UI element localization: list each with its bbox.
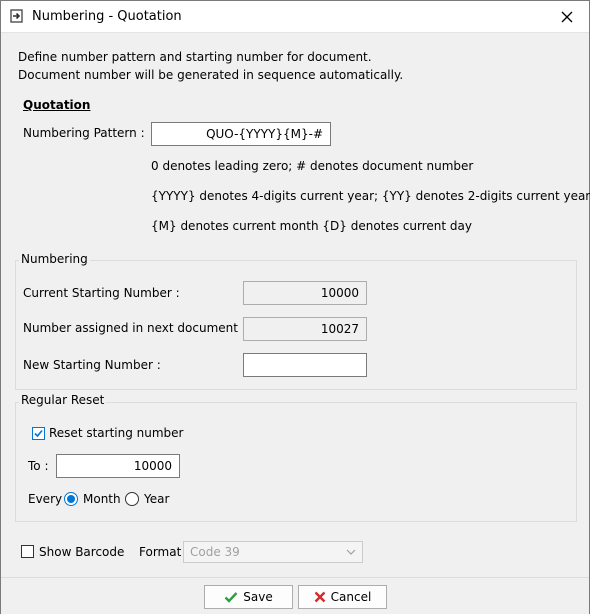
barcode-format-value: Code 39	[190, 545, 240, 559]
numbering-legend: Numbering	[19, 252, 90, 266]
month-radio[interactable]	[64, 492, 78, 506]
dialog-footer: Save Cancel	[1, 577, 589, 614]
hint-year: {YYYY} denotes 4-digits current year; {Y…	[151, 189, 590, 203]
numbering-pattern-input[interactable]: QUO-{YYYY}{M}-#	[151, 122, 331, 146]
hint-leading-zero: 0 denotes leading zero; # denotes docume…	[151, 159, 474, 173]
cancel-x-icon	[314, 591, 326, 603]
quotation-heading: Quotation	[23, 98, 91, 112]
regular-reset-legend: Regular Reset	[19, 393, 107, 407]
current-starting-number-label: Current Starting Number :	[23, 286, 180, 300]
new-starting-number-input[interactable]	[243, 353, 367, 377]
checkmark-icon	[224, 592, 238, 603]
save-label: Save	[243, 590, 273, 604]
numbering-dialog: Numbering - Quotation Define number patt…	[0, 0, 590, 614]
every-label: Every	[28, 492, 63, 506]
save-button[interactable]: Save	[204, 585, 293, 609]
next-number-label: Number assigned in next document :	[23, 321, 246, 335]
reset-starting-number-label: Reset starting number	[49, 426, 184, 440]
intro-line-2: Document number will be generated in seq…	[18, 68, 404, 82]
cancel-label: Cancel	[330, 590, 372, 604]
barcode-format-select[interactable]: Code 39	[183, 541, 363, 563]
title-bar[interactable]: Numbering - Quotation	[1, 1, 589, 33]
intro-line-1: Define number pattern and starting numbe…	[18, 50, 372, 64]
hint-month-day: {M} denotes current month {D} denotes cu…	[151, 219, 473, 233]
current-starting-number-field: 10000	[243, 281, 367, 305]
new-starting-number-label: New Starting Number :	[23, 358, 161, 372]
checkmark-icon	[34, 429, 43, 438]
numbering-pattern-label: Numbering Pattern :	[23, 126, 145, 140]
month-radio-label: Month	[83, 492, 121, 506]
chevron-down-icon	[346, 549, 356, 555]
window-title: Numbering - Quotation	[32, 9, 182, 24]
year-radio-label: Year	[144, 492, 170, 506]
reset-starting-number-checkbox[interactable]	[32, 427, 45, 440]
show-barcode-label: Show Barcode	[39, 545, 125, 559]
close-icon	[561, 11, 573, 22]
reset-to-input[interactable]: 10000	[56, 454, 180, 478]
show-barcode-checkbox[interactable]	[21, 545, 34, 558]
reset-to-label: To :	[28, 459, 49, 473]
app-icon	[10, 9, 24, 23]
next-number-field: 10027	[243, 317, 367, 341]
cancel-button[interactable]: Cancel	[298, 585, 387, 609]
format-label: Format	[139, 545, 182, 559]
year-radio[interactable]	[125, 492, 139, 506]
close-button[interactable]	[545, 1, 589, 32]
